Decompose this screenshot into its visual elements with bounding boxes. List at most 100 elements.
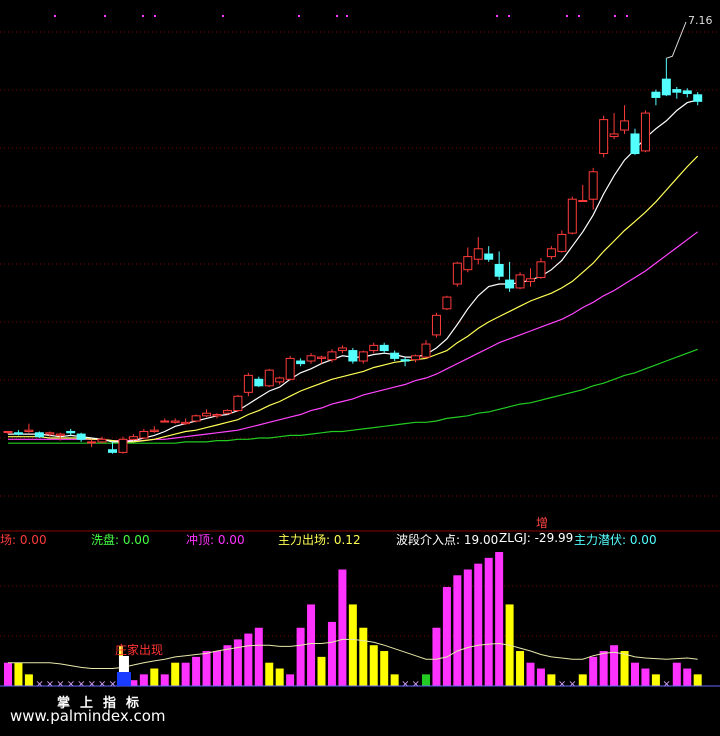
candle-body: [672, 89, 682, 93]
candle-body: [285, 357, 295, 380]
candle-body: [630, 133, 640, 155]
candle-body: [640, 112, 650, 152]
candle-body: [609, 133, 619, 138]
indicator-bar: [338, 569, 347, 686]
candle-body: [306, 355, 316, 362]
candle-body: [390, 352, 400, 359]
label-zhuli-out: 主力出场: 0.12: [278, 533, 361, 547]
candle-body: [463, 256, 473, 271]
indicator-bar: [160, 674, 169, 686]
indicator-bar: [359, 627, 368, 686]
zeng-marker: 增: [536, 516, 549, 530]
candle-body: [400, 359, 410, 362]
label-jinchang: 进场: 0.00: [0, 533, 47, 547]
candle-body: [264, 369, 274, 387]
indicator-bar: [275, 668, 284, 686]
zhuang-block-blue: [116, 672, 131, 686]
candle-body: [682, 90, 692, 95]
chart-svg: × × × × × × × × × × × × ×: [0, 15, 720, 690]
candle-body: [317, 356, 326, 359]
indicator-bar: [536, 668, 545, 686]
indicator-bar: [693, 674, 702, 686]
candle-body: [55, 433, 65, 436]
candle-body: [442, 296, 452, 310]
candle-body: [348, 350, 358, 362]
indicator-bar: [307, 604, 316, 686]
candle-body: [494, 263, 504, 277]
indicator-bar: [171, 662, 180, 686]
top-dot: [298, 15, 300, 17]
candle-body: [254, 378, 264, 387]
candle-body: [222, 410, 232, 414]
candle-body: [233, 395, 243, 412]
candle-body: [76, 433, 86, 440]
indicator-bar: [244, 633, 253, 686]
indicator-bar: [223, 645, 232, 686]
candle-body: [358, 351, 368, 362]
indicator-bar: [150, 668, 159, 686]
indicator-bar: [547, 674, 556, 686]
candle-body: [170, 420, 180, 423]
top-dot: [222, 15, 224, 17]
cross-marker: ×: [558, 679, 566, 690]
candle-body: [149, 429, 159, 432]
candle-body: [327, 351, 337, 361]
indicator-bar: [14, 662, 23, 686]
candle-body: [693, 94, 703, 102]
candle-body: [24, 429, 34, 432]
label-chongding: 冲顶: 0.00: [186, 533, 245, 547]
candle-body: [620, 120, 630, 131]
indicator-bar: [474, 563, 483, 686]
candle-body: [431, 314, 441, 336]
indicator-bar: [265, 662, 274, 686]
indicator-bar: [390, 674, 399, 686]
indicator-bar: [24, 674, 33, 686]
candle-body: [202, 412, 212, 417]
indicator-bar: [651, 674, 660, 686]
zhuang-annotation: 庄家出现: [115, 643, 164, 657]
indicator-bar: [610, 645, 619, 686]
candle-body: [160, 420, 170, 423]
candle-body: [526, 278, 535, 282]
candle-body: [588, 171, 598, 200]
indicator-bar: [213, 651, 221, 686]
candle-body: [3, 430, 13, 433]
label-xipan: 洗盘: 0.00: [91, 533, 150, 547]
top-dot: [566, 15, 568, 17]
candle-body: [369, 344, 379, 352]
candle-body: [243, 374, 253, 393]
ma-short-line: [8, 99, 698, 443]
candle-body: [651, 91, 661, 98]
candle-body: [212, 414, 222, 417]
indicator-bar: [369, 645, 378, 686]
cross-marker: ×: [98, 679, 106, 690]
candle-body: [599, 119, 609, 155]
cross-marker: ×: [77, 679, 85, 690]
cross-marker: ×: [67, 679, 75, 690]
indicator-bar: [422, 674, 430, 686]
indicator-bar: [631, 662, 639, 686]
candle-body: [661, 78, 671, 96]
candle-body: [557, 233, 567, 252]
indicator-bar: [620, 651, 629, 686]
indicator-bar: [192, 656, 201, 686]
indicator-bar: [599, 651, 608, 686]
candle-body: [45, 432, 55, 435]
candle-body: [34, 432, 44, 438]
cross-marker: ×: [412, 679, 420, 690]
indicator-bar: [442, 586, 451, 686]
indicator-bar: [181, 662, 190, 686]
indicator-bar: [233, 639, 242, 686]
candle-body: [275, 377, 285, 383]
indicator-bar: [453, 575, 462, 686]
candle-body: [128, 436, 138, 440]
indicator-bar: [516, 651, 525, 686]
top-dot: [54, 15, 56, 17]
cross-marker: ×: [88, 679, 96, 690]
indicator-bar: [484, 557, 493, 686]
candle-body: [87, 441, 97, 444]
high-price-label: 7.16: [688, 14, 713, 27]
candle-body: [546, 248, 556, 258]
candle-body: [139, 430, 149, 439]
top-dot: [614, 15, 616, 17]
